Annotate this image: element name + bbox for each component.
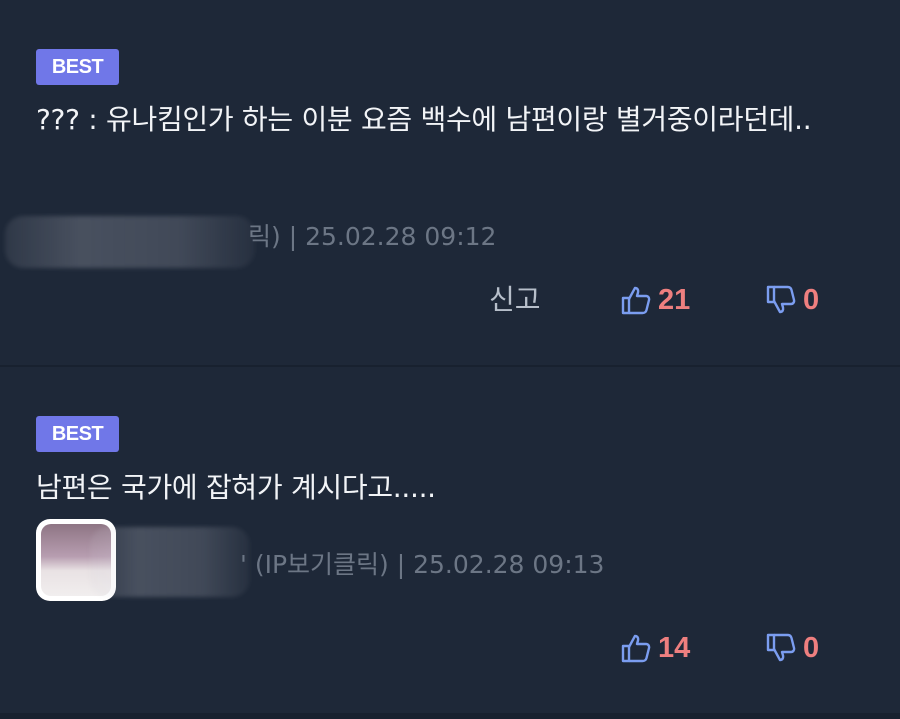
comment-meta: 릭) | 25.02.28 09:12 <box>36 217 496 257</box>
comment-text: 남편은 국가에 잡혀가 계시다고..... <box>36 471 436 504</box>
comment-text: ??? : 유나킴인가 하는 이분 요즘 백수에 남편이랑 별거중이라던데.. <box>36 103 812 136</box>
best-badge: BEST <box>36 49 119 85</box>
meta-separator: | <box>396 550 406 579</box>
thumbs-down-icon <box>765 284 797 316</box>
like-count: 14 <box>658 632 691 664</box>
thumbs-down-icon <box>765 632 797 664</box>
comment-timestamp: 25.02.28 09:12 <box>305 222 497 251</box>
report-button[interactable]: 신고 <box>489 278 541 322</box>
meta-separator: | <box>288 222 298 251</box>
dislike-button[interactable]: 0 <box>765 278 819 322</box>
author-tail[interactable]: 릭) <box>248 222 281 251</box>
comment-timestamp: 25.02.28 09:13 <box>413 550 605 579</box>
comment-list: BEST ??? : 유나킴인가 하는 이분 요즘 백수에 남편이랑 별거중이라… <box>0 0 900 719</box>
like-count: 21 <box>658 284 691 316</box>
comment-actions: 신고 21 0 <box>0 278 900 322</box>
dislike-count: 0 <box>803 632 820 664</box>
comment-item: BEST 남편은 국가에 잡혀가 계시다고..... ' (IP보기클릭) | … <box>0 367 900 713</box>
thumbs-up-icon <box>620 284 652 316</box>
best-badge: BEST <box>36 416 119 452</box>
like-button[interactable]: 21 <box>620 278 690 322</box>
dislike-count: 0 <box>803 284 820 316</box>
comment-actions: 14 0 <box>0 626 900 670</box>
like-button[interactable]: 14 <box>620 626 690 670</box>
comment-meta: ' (IP보기클릭) | 25.02.28 09:13 <box>240 545 604 585</box>
comment-divider <box>0 713 900 719</box>
dislike-button[interactable]: 0 <box>765 626 819 670</box>
censored-username-blur <box>90 527 250 597</box>
thumbs-up-icon <box>620 632 652 664</box>
author-tail[interactable]: ' (IP보기클릭) <box>240 550 389 579</box>
comment-item: BEST ??? : 유나킴인가 하는 이분 요즘 백수에 남편이랑 별거중이라… <box>0 0 900 365</box>
